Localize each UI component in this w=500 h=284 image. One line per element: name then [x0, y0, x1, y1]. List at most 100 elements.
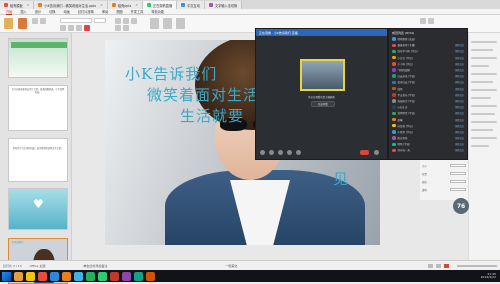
arrange-icon[interactable] [176, 18, 185, 29]
menu-view[interactable]: 视图 [116, 9, 122, 14]
remove-member-button[interactable]: 删除成员 [455, 43, 464, 47]
view-icons[interactable] [428, 263, 449, 268]
app-icon[interactable] [122, 271, 131, 281]
system-clock[interactable]: 21:45 2016/4/22 [481, 272, 498, 279]
tab-4[interactable]: 中文互动 [177, 1, 205, 9]
textbox-icon[interactable] [150, 18, 159, 29]
close-icon[interactable]: × [100, 3, 103, 7]
menu-review[interactable]: 审阅 [102, 9, 108, 14]
wps-presentation-icon[interactable] [62, 271, 71, 281]
live-app-icon[interactable] [86, 271, 95, 281]
tab-3[interactable]: 正在观看直播 [143, 1, 178, 9]
prop-input[interactable] [450, 171, 466, 176]
layout-icon[interactable] [32, 18, 38, 24]
normal-view-icon[interactable] [428, 263, 433, 268]
menu-animation[interactable]: 动画 [64, 9, 70, 14]
remove-member-button[interactable]: 删除成员 [455, 74, 464, 78]
font-box-icon[interactable] [60, 18, 92, 23]
remove-member-button[interactable]: 删除成员 [455, 111, 464, 115]
shapes-icon[interactable] [163, 18, 172, 29]
new-slide-icon[interactable] [18, 18, 27, 29]
menu-insert[interactable]: 插入 [20, 9, 26, 14]
slide-text-line1[interactable]: 小K告诉我们 [125, 63, 217, 84]
start-button-icon[interactable] [2, 271, 11, 281]
slide-thumbnail[interactable]: 4 ♥ [8, 188, 68, 230]
volume-icon[interactable] [287, 150, 292, 155]
notes-hint[interactable]: 单击此处添加备注 [83, 264, 107, 268]
sorter-view-icon[interactable] [436, 263, 441, 268]
close-icon[interactable]: × [27, 3, 30, 7]
remove-member-button[interactable]: 删除成员 [455, 68, 464, 72]
menu-features[interactable]: 特色功能 [151, 9, 164, 14]
remove-member-button[interactable]: 删除成员 [455, 136, 464, 140]
camera-icon[interactable] [269, 150, 274, 155]
underline-icon[interactable] [76, 25, 82, 31]
member-row[interactable]: 快乐每一天 删除成员 [389, 147, 467, 153]
font-size-icon[interactable] [94, 18, 106, 23]
remove-member-button[interactable]: 删除成员 [455, 56, 464, 60]
close-icon[interactable]: × [135, 3, 138, 7]
remove-member-button[interactable]: 删除成员 [455, 99, 464, 103]
remove-member-button[interactable]: 删除成员 [455, 118, 464, 122]
remove-member-button[interactable]: 删除成员 [455, 142, 464, 146]
fullscreen-icon[interactable] [374, 150, 379, 155]
menu-slideshow[interactable]: 幻灯片放映 [78, 9, 94, 14]
speed-badge[interactable]: 76 [453, 198, 469, 214]
hangup-icon[interactable] [360, 150, 369, 155]
italic-icon[interactable] [68, 25, 74, 31]
align-center-icon[interactable] [123, 18, 129, 24]
tab-5[interactable]: 文字输入法切换 [204, 1, 243, 9]
font-color-icon[interactable] [84, 25, 90, 31]
indent-icon[interactable] [123, 25, 129, 31]
live-video-window[interactable]: 正在观看 · 小K告诉我们 直播 你正在观看的是主播屏幕 结束观看 [255, 28, 388, 160]
wps-writer-icon[interactable] [50, 271, 59, 281]
exit-watch-button[interactable]: 结束观看 [311, 101, 335, 107]
align-left-icon[interactable] [115, 18, 121, 24]
prop-input[interactable] [450, 187, 466, 192]
beautify-button[interactable]: 一键美化 [225, 264, 237, 268]
menu-design[interactable]: 设计 [35, 9, 41, 14]
music-icon[interactable] [110, 271, 119, 281]
slide-text-line2[interactable]: 微笑着面对生活 [147, 84, 259, 105]
remove-member-button[interactable]: 删除成员 [455, 49, 464, 53]
paste-icon[interactable] [4, 18, 13, 29]
tab-1[interactable]: 小K告诉我们…微笑着面对生活.pptx × [34, 1, 108, 9]
menu-developer[interactable]: 开发工具 [131, 9, 144, 14]
explorer-icon[interactable] [26, 271, 35, 281]
remove-member-button[interactable]: 删除成员 [455, 130, 464, 134]
remove-member-button[interactable]: 删除成员 [455, 93, 464, 97]
qq-icon[interactable] [74, 271, 83, 281]
app-icon[interactable] [146, 271, 155, 281]
menu-home[interactable]: 开始 [6, 9, 13, 15]
remove-member-button[interactable]: 删除成员 [455, 87, 464, 91]
slide-thumbnail[interactable]: 2 文字内容较多的幻灯片示意，段落排版列表，小字说明内容。 [8, 85, 68, 131]
find-icon[interactable] [420, 18, 426, 24]
remove-member-button[interactable]: 删除成员 [455, 124, 464, 128]
prop-input[interactable] [450, 163, 466, 168]
video-titlebar[interactable]: 正在观看 · 小K告诉我们 直播 [256, 29, 387, 36]
slide-thumbnail[interactable]: 3 带有若干行文本的页面，居中排列的说明文字示意。 [8, 138, 68, 182]
align-right-icon[interactable] [131, 18, 137, 24]
browser-icon[interactable] [14, 271, 23, 281]
slide-text-line3[interactable]: 生活就要 [180, 105, 244, 126]
remove-member-button[interactable]: 删除成员 [455, 62, 464, 66]
remove-member-button[interactable]: 删除成员 [455, 80, 464, 84]
remove-member-button[interactable]: 删除成员 [455, 148, 464, 152]
menu-transition[interactable]: 切换 [49, 9, 55, 14]
slide-thumbnail[interactable]: 1 [8, 38, 68, 78]
remove-member-button[interactable]: 删除成员 [455, 105, 464, 109]
select-icon[interactable] [428, 18, 434, 24]
list-icon[interactable] [115, 25, 121, 31]
play-icon[interactable] [444, 263, 449, 268]
zoom-slider[interactable] [457, 264, 497, 267]
screen-icon[interactable] [278, 150, 283, 155]
settings-icon[interactable] [296, 150, 301, 155]
app-icon[interactable] [134, 271, 143, 281]
reset-icon[interactable] [40, 18, 46, 24]
wechat-icon[interactable] [98, 271, 107, 281]
mic-icon[interactable] [260, 150, 265, 155]
media-icon[interactable] [38, 271, 47, 281]
prop-input[interactable] [450, 179, 466, 184]
slide-text-line4[interactable]: 见 [333, 168, 349, 189]
tab-2[interactable]: 稻壳pptx × [107, 1, 144, 9]
